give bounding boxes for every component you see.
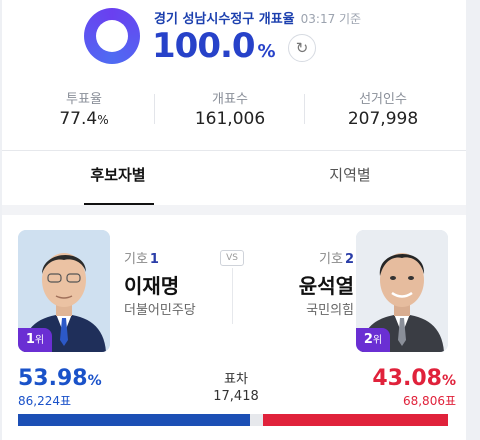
section-separator	[2, 205, 466, 215]
region-label: 경기 성남시수정구 개표율	[154, 12, 295, 27]
stat-value: 207,998	[347, 109, 419, 129]
stat-label: 선거인수	[359, 92, 407, 107]
candidate-2-percent: 43.08%	[372, 366, 456, 391]
candidate-2-number: 기호 2	[319, 252, 354, 267]
region-title: 경기 성남시수정구 개표율 03:17 기준	[154, 8, 361, 27]
candidate-1-party: 더불어민주당	[124, 303, 196, 318]
candidate-1-name: 이재명	[124, 274, 180, 298]
stat-value: 77.4%	[59, 109, 109, 129]
vote-share-bar	[18, 414, 448, 426]
candidate-1-votes: 86,224표	[18, 394, 72, 408]
candidate-1-photo: 1위	[18, 230, 110, 352]
vote-share-others	[250, 414, 263, 426]
stat-divider	[304, 94, 305, 124]
count-rate: 100.0%	[152, 26, 276, 66]
refresh-icon: ↻	[295, 39, 309, 57]
candidate-2-votes: 68,806표	[402, 394, 456, 408]
candidate-1-number: 기호 1	[124, 252, 159, 267]
stat-electorate: 선거인수 207,998	[318, 88, 448, 129]
page-edge	[466, 0, 480, 440]
rank-badge: 2위	[356, 328, 390, 352]
count-progress-ring	[84, 8, 140, 64]
stat-counted: 개표수 161,006	[170, 88, 290, 129]
stat-value: 161,006	[194, 109, 266, 129]
stat-label: 개표수	[212, 92, 248, 107]
vote-share-candidate-1	[18, 414, 251, 426]
stat-label: 투표율	[66, 92, 102, 107]
refresh-button[interactable]: ↻	[288, 34, 316, 62]
candidate-2-photo: 2위	[356, 230, 448, 352]
vote-difference-label: 표차	[224, 372, 248, 387]
vote-difference: 표차 17,418	[200, 368, 272, 404]
vote-share-candidate-2	[262, 414, 448, 426]
candidate-2-name: 윤석열	[298, 274, 354, 298]
stat-turnout: 투표율 77.4%	[30, 88, 138, 129]
count-time: 03:17 기준	[300, 12, 362, 26]
stat-divider	[154, 94, 155, 124]
tab-divider	[2, 150, 466, 151]
vs-badge: VS	[220, 250, 244, 266]
rank-badge: 1위	[18, 328, 52, 352]
count-rate-value: 100.0	[152, 26, 256, 66]
vs-divider	[232, 268, 233, 324]
count-rate-unit: %	[257, 41, 276, 62]
tab-by-candidate[interactable]: 후보자별	[58, 164, 178, 185]
candidate-1-percent: 53.98%	[18, 366, 102, 391]
candidate-2-party: 국민의힘	[306, 303, 354, 318]
tab-by-region[interactable]: 지역별	[290, 164, 410, 185]
vote-difference-value: 17,418	[213, 389, 259, 404]
